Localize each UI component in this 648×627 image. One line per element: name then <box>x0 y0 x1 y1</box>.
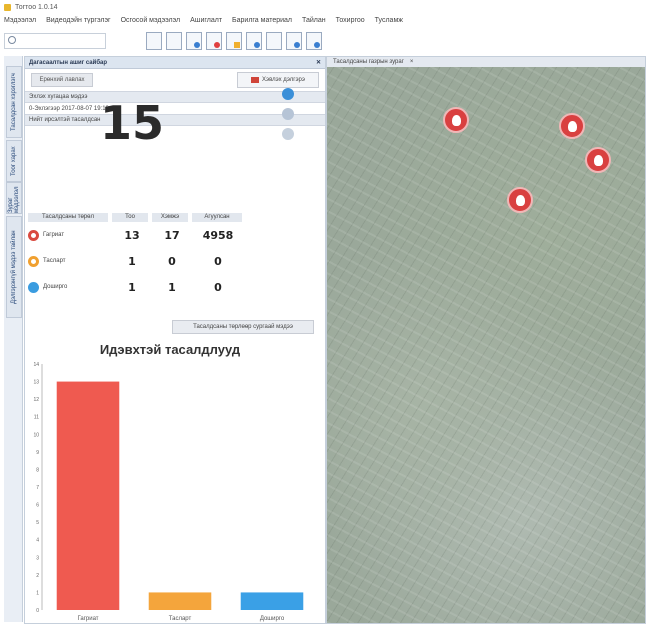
toolbar <box>4 30 644 52</box>
y-tick-label: 11 <box>34 415 39 421</box>
document-search-icon[interactable] <box>186 32 202 50</box>
person-icon[interactable] <box>282 108 294 120</box>
panel-title: Дагасаалтын ашиг сайбар <box>29 59 108 66</box>
search-input[interactable] <box>4 33 106 49</box>
document-red-icon[interactable] <box>206 32 222 50</box>
map-tab-close-icon[interactable]: × <box>410 59 414 65</box>
map-panel: Тасалдсаны газрын зураг × <box>326 56 646 624</box>
app-icon <box>4 3 11 11</box>
menu-bar: Мэдээлэл Видеодэйн түргэлэг Осгосой мэдэ… <box>4 14 644 26</box>
y-tick-label: 12 <box>33 397 39 403</box>
y-tick-label: 14 <box>33 362 39 368</box>
menu-item-5[interactable]: Тайлан <box>302 17 326 24</box>
table-row[interactable]: Доширго 1 1 0 <box>28 274 318 300</box>
bar-1[interactable] <box>148 592 212 610</box>
menu-item-3[interactable]: Ашиглалт <box>190 17 222 24</box>
panel-button-row: Ерөнхий лавлах Хэвлэх дэлгэрэ <box>25 69 325 91</box>
lightbulb-blue-icon[interactable] <box>282 88 294 100</box>
printer-icon <box>251 77 260 83</box>
y-tick-label: 5 <box>36 520 39 526</box>
header-type: Тасалдсаны төрөл <box>28 212 108 222</box>
blue-circle-icon <box>28 281 39 293</box>
bar-0[interactable] <box>56 381 120 610</box>
x-tick-label: Тасларт <box>169 616 192 622</box>
side-tab-customers[interactable]: Тасалдсан хэрэглэгч <box>6 66 22 138</box>
red-circle-icon <box>28 229 39 241</box>
cloud-icon[interactable] <box>282 128 294 140</box>
side-tab-view[interactable]: Тоог харах <box>6 140 22 182</box>
print-button-label: Хэвлэх дэлгэрэ <box>262 77 305 83</box>
y-tick-label: 0 <box>36 608 39 614</box>
title-bar: Тогтоо 1.0.14 <box>4 2 644 12</box>
document-link-icon[interactable] <box>306 32 322 50</box>
stats-header: Тасалдсаны төрөл Тоо Хэмжэ Агуулсан <box>28 212 318 222</box>
panel-header: Дагасаалтын ашиг сайбар ✕ <box>25 57 325 69</box>
outage-pin-icon[interactable] <box>443 107 469 133</box>
bar-2[interactable] <box>240 592 304 610</box>
document-export-icon[interactable] <box>286 32 302 50</box>
header-size: Хэмжэ <box>152 212 188 222</box>
header-count: Тоо <box>112 212 148 222</box>
stats-table: Тасалдсаны төрөл Тоо Хэмжэ Агуулсан Гагр… <box>28 212 318 300</box>
document-blue-icon[interactable] <box>246 32 262 50</box>
print-button[interactable]: Хэвлэх дэлгэрэ <box>237 72 319 88</box>
list-icon[interactable] <box>166 32 182 50</box>
grid-icon[interactable] <box>146 32 162 50</box>
header-contained: Агуулсан <box>192 212 242 222</box>
count-section-header: Нийт ирсэлтэй тасалдсан <box>25 114 325 126</box>
y-tick-label: 7 <box>36 485 39 491</box>
outage-pin-icon[interactable] <box>585 147 611 173</box>
menu-item-7[interactable]: Тусламж <box>375 17 403 24</box>
right-icon-column <box>282 88 294 140</box>
y-tick-label: 10 <box>33 432 39 438</box>
chart-title: Идэвхтэй тасалдлууд <box>99 342 241 357</box>
date-value: 0-Эхлэгээр 2017-08-07 19:13:23 <box>29 105 118 112</box>
y-tick-label: 3 <box>36 555 39 561</box>
detail-button[interactable]: Тасалдсаны төрлөөр сургаай мэдээ <box>172 320 314 334</box>
side-tab-report[interactable]: Дэлгэрэнгүй мэдээ тайлан <box>6 216 22 318</box>
document-icon[interactable] <box>266 32 282 50</box>
search-icon <box>8 36 16 44</box>
y-tick-label: 8 <box>36 467 39 473</box>
y-tick-label: 2 <box>36 573 39 579</box>
orange-circle-icon <box>28 255 39 267</box>
menu-item-6[interactable]: Тохиргоо <box>336 17 365 24</box>
x-tick-label: Гагриат <box>77 616 98 622</box>
menu-item-0[interactable]: Мэдээлэл <box>4 17 36 24</box>
date-section-header: Эхлэх хугацаа мэдээ <box>25 91 325 103</box>
menu-item-2[interactable]: Осгосой мэдээлэл <box>121 17 181 24</box>
map-tab[interactable]: Тасалдсаны газрын зураг <box>333 59 404 65</box>
y-tick-label: 6 <box>36 503 39 509</box>
table-row[interactable]: Гагриат 13 17 4958 <box>28 222 318 248</box>
total-count: 15 <box>100 96 165 150</box>
y-tick-label: 13 <box>33 380 39 386</box>
window-title: Тогтоо 1.0.14 <box>15 3 58 11</box>
outage-pin-icon[interactable] <box>559 113 585 139</box>
y-tick-label: 4 <box>36 538 39 544</box>
menu-item-4[interactable]: Барилга материал <box>232 17 292 24</box>
x-tick-label: Доширго <box>260 616 285 622</box>
panel-close-icon[interactable]: ✕ <box>316 59 321 66</box>
outage-pin-icon[interactable] <box>507 187 533 213</box>
bar-chart: 01234567891011121314Гагриат Тасларт Доширг… <box>33 362 304 622</box>
satellite-map[interactable] <box>327 67 645 623</box>
document-yellow-icon[interactable] <box>226 32 242 50</box>
menu-item-1[interactable]: Видеодэйн түргэлэг <box>46 17 111 24</box>
general-button[interactable]: Ерөнхий лавлах <box>31 73 93 87</box>
side-tab-map-info[interactable]: Зураг мэдээлэл <box>6 182 22 214</box>
y-tick-label: 1 <box>36 590 39 596</box>
side-tab-bar: Дэлгэрэнгүй мэдээ тайлан Тасалдсан хэрэг… <box>4 56 23 622</box>
table-row[interactable]: Тасларт 1 0 0 <box>28 248 318 274</box>
y-tick-label: 9 <box>36 450 39 456</box>
